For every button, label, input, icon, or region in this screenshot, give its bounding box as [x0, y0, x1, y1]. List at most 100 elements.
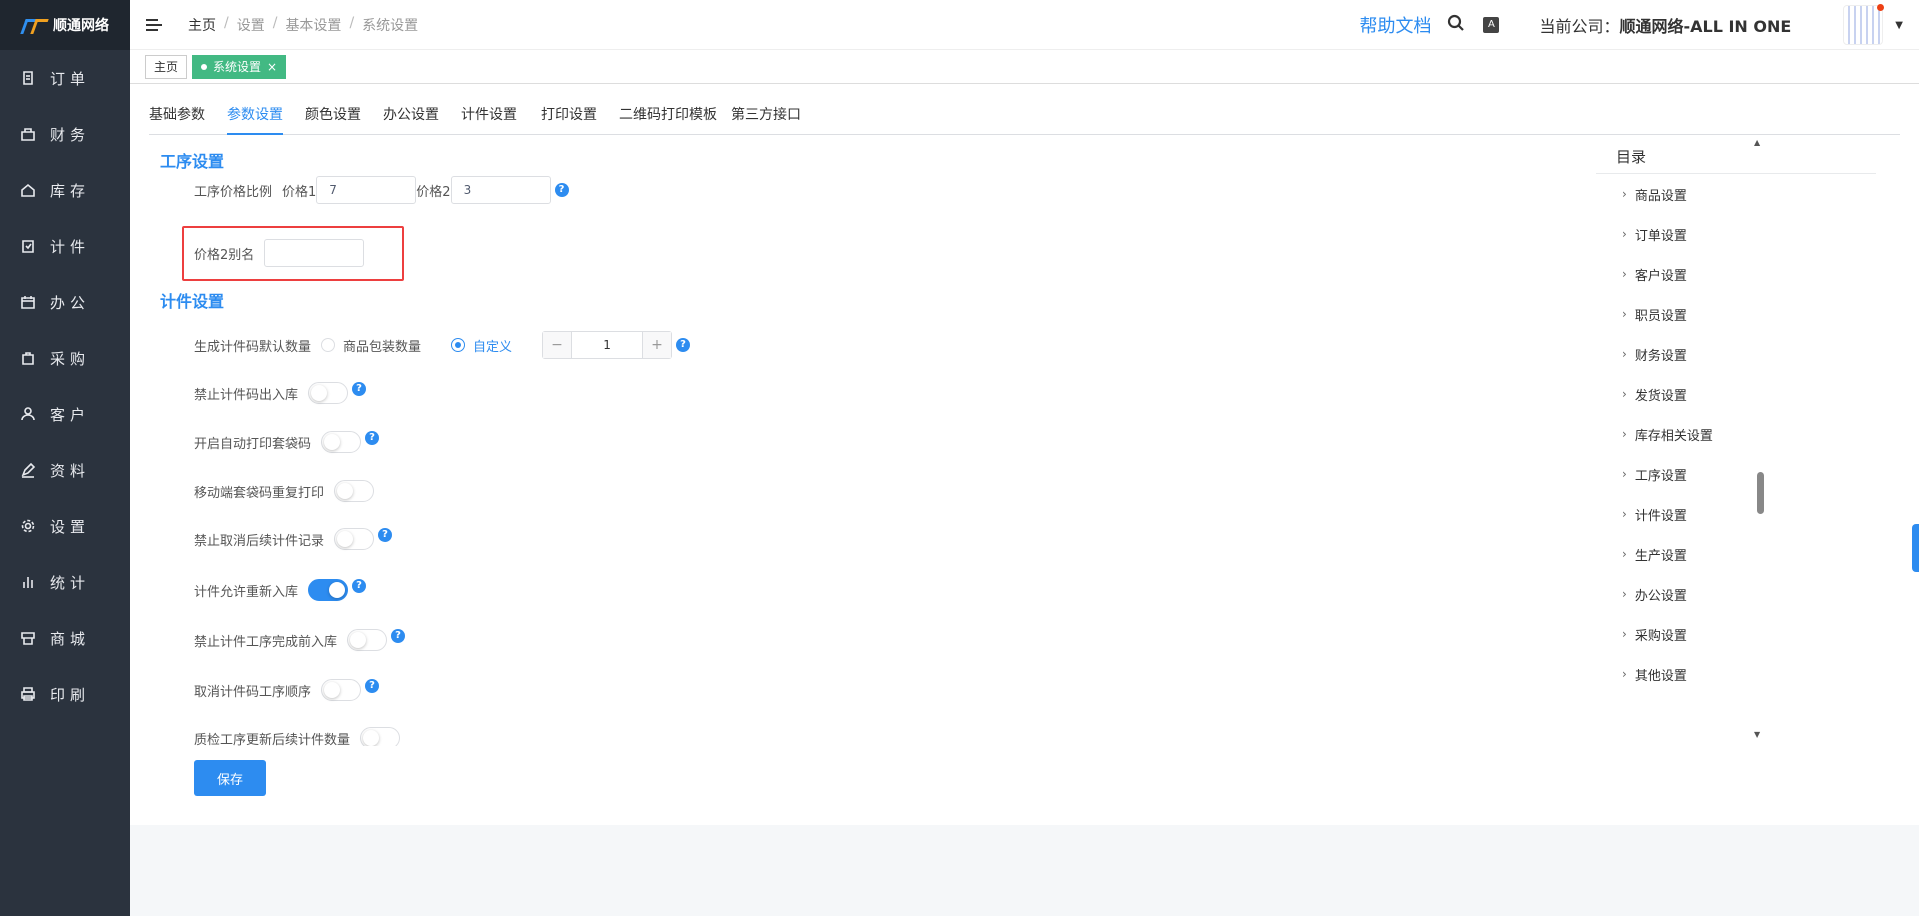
tab-6[interactable]: 二维码打印模板	[619, 104, 717, 135]
tab-2[interactable]: 颜色设置	[305, 104, 361, 135]
stepper-plus-button[interactable]: +	[643, 332, 672, 358]
search-icon[interactable]	[1447, 14, 1465, 36]
toggle-switch[interactable]	[321, 431, 362, 453]
stepper-minus-button[interactable]: −	[543, 332, 572, 358]
tab-3[interactable]: 办公设置	[383, 104, 439, 135]
stepper-value[interactable]: 1	[571, 332, 644, 358]
side-drawer-handle[interactable]	[1912, 524, 1919, 572]
header-right: 帮助文档 A 当前公司：顺通网络-ALL IN ONE ▼	[1359, 0, 1919, 50]
sidebar-item-5[interactable]: 采购	[0, 330, 130, 386]
sidebar-item-6[interactable]: 客户	[0, 386, 130, 442]
settings-tabs: 基础参数 参数设置 颜色设置 办公设置 计件设置 打印设置 二维码打印模板 第三方接口	[149, 104, 1900, 135]
help-docs-link[interactable]: 帮助文档	[1359, 12, 1431, 38]
radio-pack-qty[interactable]	[321, 338, 336, 352]
breadcrumb-basic-settings[interactable]: 基本设置	[285, 15, 341, 35]
help-icon[interactable]: ?	[365, 431, 380, 445]
notification-dot	[1877, 4, 1885, 11]
help-icon[interactable]: ?	[378, 528, 393, 542]
toc-item[interactable]: › 工序设置	[1596, 454, 1876, 494]
breadcrumb-settings[interactable]: 设置	[237, 15, 265, 35]
toc-item[interactable]: › 库存相关设置	[1596, 414, 1876, 454]
price1-input[interactable]: 7	[316, 176, 417, 204]
toc-title: 目录	[1596, 136, 1876, 174]
toggle-switch[interactable]	[308, 579, 349, 601]
tab-0[interactable]: 基础参数	[149, 104, 205, 135]
help-icon[interactable]: ?	[352, 579, 367, 593]
sidebar-item-0[interactable]: 订单	[0, 50, 130, 106]
sidebar-item-3[interactable]: 计件	[0, 218, 130, 274]
radio-custom-label[interactable]: 自定义	[473, 336, 512, 355]
scrollbar[interactable]: ▲ ▼	[1754, 130, 1766, 739]
tag-label: 系统设置	[213, 60, 262, 74]
breadcrumb-separator: /	[224, 14, 229, 31]
toc-item[interactable]: › 订单设置	[1596, 214, 1876, 254]
toggle-switch[interactable]	[308, 382, 349, 404]
toggle-switch[interactable]	[347, 629, 388, 651]
toc-item[interactable]: › 客户设置	[1596, 254, 1876, 294]
toc-item-label: 生产设置	[1634, 548, 1687, 564]
sidebar-item-4[interactable]: 办公	[0, 274, 130, 330]
tag-home[interactable]: 主页	[145, 55, 188, 79]
toc-item[interactable]: › 计件设置	[1596, 494, 1876, 534]
sidebar-item-10[interactable]: 商城	[0, 610, 130, 666]
sidebar-item-8[interactable]: 设置	[0, 498, 130, 554]
toc-item-label: 发货设置	[1634, 388, 1687, 404]
sidebar-item-label: 印刷	[50, 685, 91, 704]
chevron-right-icon: ›	[1622, 467, 1627, 481]
menu-toggle-icon[interactable]	[146, 15, 166, 35]
close-icon[interactable]: ×	[267, 56, 277, 78]
price2-alias-input[interactable]	[264, 239, 365, 267]
scroll-up-icon[interactable]: ▲	[1754, 138, 1760, 147]
toc-item[interactable]: › 财务设置	[1596, 334, 1876, 374]
toc-item[interactable]: › 发货设置	[1596, 374, 1876, 414]
radio-pack-qty-label[interactable]: 商品包装数量	[343, 336, 421, 355]
scroll-down-icon[interactable]: ▼	[1754, 730, 1760, 739]
toggle-switch[interactable]	[321, 679, 362, 701]
breadcrumb-separator: /	[349, 14, 355, 31]
radio-custom[interactable]	[451, 338, 466, 352]
chevron-down-icon[interactable]: ▼	[1895, 20, 1903, 31]
chevron-right-icon: ›	[1622, 347, 1627, 361]
price2-alias-row: 价格2别名	[194, 239, 365, 267]
save-button[interactable]: 保存	[194, 760, 266, 796]
tab-4[interactable]: 计件设置	[461, 104, 517, 135]
chevron-right-icon: ›	[1622, 387, 1627, 401]
toc-item[interactable]: › 采购设置	[1596, 614, 1876, 654]
switch-label: 移动端套袋码重复打印	[194, 485, 325, 501]
scroll-thumb[interactable]	[1757, 472, 1764, 514]
toc-item[interactable]: › 办公设置	[1596, 574, 1876, 614]
help-icon[interactable]: ?	[676, 338, 691, 352]
language-icon[interactable]: A	[1483, 17, 1500, 33]
tab-5[interactable]: 打印设置	[541, 104, 597, 135]
breadcrumb-home[interactable]: 主页	[188, 15, 216, 35]
toggle-switch[interactable]	[334, 480, 375, 502]
tab-1[interactable]: 参数设置	[227, 104, 283, 135]
toggle-switch[interactable]	[334, 528, 375, 550]
tag-system-settings[interactable]: 系统设置 ×	[192, 55, 287, 79]
help-icon[interactable]: ?	[554, 183, 569, 197]
avatar[interactable]	[1843, 4, 1885, 45]
chevron-right-icon: ›	[1622, 267, 1627, 281]
help-icon[interactable]: ?	[391, 629, 406, 643]
toc-item[interactable]: › 其他设置	[1596, 654, 1876, 694]
sidebar-item-2[interactable]: 库存	[0, 162, 130, 218]
logo[interactable]: 顺通网络	[0, 0, 130, 50]
toc-item[interactable]: › 生产设置	[1596, 534, 1876, 574]
bar-chart-icon	[20, 574, 36, 590]
sidebar-item-11[interactable]: 印刷	[0, 666, 130, 722]
toc-item[interactable]: › 商品设置	[1596, 174, 1876, 214]
active-dot-icon	[201, 64, 208, 70]
tab-7[interactable]: 第三方接口	[731, 104, 801, 135]
toc-item[interactable]: › 职员设置	[1596, 294, 1876, 334]
toggle-switch[interactable]	[360, 727, 401, 746]
sidebar-item-label: 财务	[50, 125, 91, 144]
chevron-right-icon: ›	[1622, 667, 1627, 681]
help-icon[interactable]: ?	[365, 679, 380, 693]
price2-input[interactable]: 3	[450, 176, 551, 204]
breadcrumb: 主页 / 设置 / 基本设置 / 系统设置	[188, 15, 418, 35]
help-icon[interactable]: ?	[352, 382, 367, 396]
default-qty-row: 生成计件码默认数量 商品包装数量 自定义 − 1 + ?	[194, 330, 691, 360]
sidebar-item-7[interactable]: 资料	[0, 442, 130, 498]
sidebar-item-9[interactable]: 统计	[0, 554, 130, 610]
sidebar-item-1[interactable]: 财务	[0, 106, 130, 162]
